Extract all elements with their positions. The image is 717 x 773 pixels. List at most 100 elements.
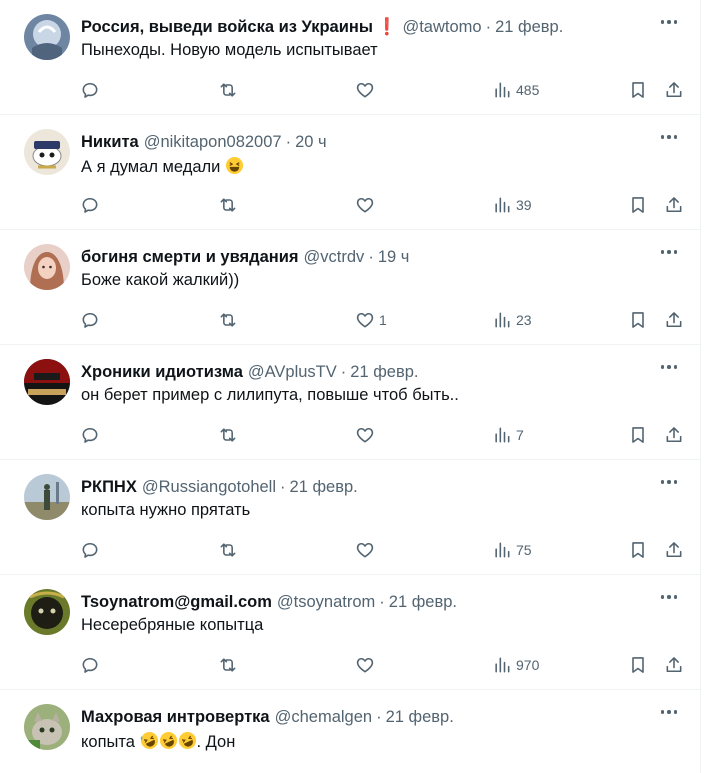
replies-feed: Россия, выведи войска из Украины ❗ @tawt… [0,0,701,773]
avatar[interactable] [24,244,70,290]
tweet-time[interactable]: 21 февр. [350,363,418,382]
avatar[interactable] [24,129,70,175]
tweet-text: А я думал медали [81,158,225,176]
avatar[interactable] [24,704,70,750]
retweet-button[interactable] [218,308,238,332]
tweet-6[interactable]: Махровая интровертка @chemalgen · 21 фев… [0,690,700,773]
rofl-face-emoji [140,731,158,750]
share-button[interactable] [664,308,684,332]
share-icon [666,657,682,673]
separator-dot: · [340,362,347,381]
retweet-button[interactable] [218,78,238,102]
bookmark-button[interactable] [628,653,648,677]
avatar[interactable] [24,14,70,60]
share-button[interactable] [664,653,684,677]
views-button[interactable]: 7 [492,423,524,447]
share-icon [666,427,682,443]
share-button[interactable] [664,193,684,217]
retweet-button[interactable] [218,423,238,447]
bookmark-button[interactable] [628,423,648,447]
views-button[interactable]: 23 [492,308,532,332]
tweet-time[interactable]: 19 ч [378,248,410,267]
reply-button[interactable] [80,193,100,217]
author-name[interactable]: Tsoynatrom@gmail.com [81,593,272,612]
reply-button[interactable] [80,308,100,332]
tweet-time[interactable]: 21 февр. [495,18,563,37]
retweet-icon [220,313,236,327]
tweet-3[interactable]: Хроники идиотизма @AVplusTV · 21 февр. о… [0,345,700,460]
author-handle[interactable]: @chemalgen [275,708,372,727]
reply-button[interactable] [80,78,100,102]
tweet-0[interactable]: Россия, выведи войска из Украины ❗ @tawt… [0,0,700,115]
views-button[interactable]: 485 [492,78,539,102]
reply-button[interactable] [80,538,100,562]
bookmark-button[interactable] [628,78,648,102]
views-button[interactable]: 39 [492,193,532,217]
like-button[interactable] [355,193,379,217]
tweet-2[interactable]: богиня смерти и увядания @vctrdv · 19 ч … [0,230,700,345]
more-icon[interactable] [656,127,682,147]
separator-dot: · [280,477,286,496]
tweet-text-tail: . Дон [196,733,236,751]
like-button[interactable]: 1 [355,308,387,332]
separator-dot: · [379,592,385,611]
reply-button[interactable] [80,653,100,677]
author-handle[interactable]: @tawtomo [402,18,481,37]
tweet-time[interactable]: 21 февр. [290,478,358,497]
heart-icon [356,82,374,98]
share-button[interactable] [664,423,684,447]
more-icon[interactable] [656,357,682,377]
like-button[interactable] [355,653,379,677]
separator-dot: · [485,17,492,36]
author-name[interactable]: богиня смерти и увядания [81,248,299,267]
reply-button[interactable] [80,423,100,447]
share-button[interactable] [664,538,684,562]
retweet-button[interactable] [218,538,238,562]
more-icon[interactable] [656,12,682,32]
reply-icon [82,657,98,673]
more-icon[interactable] [656,472,682,492]
author-handle[interactable]: @tsoynatrom [277,593,375,612]
share-button[interactable] [664,78,684,102]
tweet-text: копыта [81,733,140,751]
retweet-button[interactable] [218,653,238,677]
author-name[interactable]: Махровая интровертка [81,708,270,727]
views-button[interactable]: 75 [492,538,532,562]
tweet-text: он берет пример с лилипута, повыше чтоб … [81,386,459,404]
tweet-time[interactable]: 21 февр. [386,708,454,727]
avatar[interactable] [24,359,70,405]
author-name[interactable]: Хроники идиотизма [81,363,243,382]
like-button[interactable] [355,78,379,102]
tweet-1[interactable]: Никита @nikitapon082007 · 20 ч А я думал… [0,115,700,230]
avatar[interactable] [24,474,70,520]
more-icon[interactable] [656,242,682,262]
like-button[interactable] [355,538,379,562]
bookmark-button[interactable] [628,193,648,217]
author-handle[interactable]: @Russiangotohell [142,478,276,497]
rofl-face-emoji [178,731,196,750]
author-name[interactable]: РКПНХ [81,478,137,497]
tweet-4[interactable]: РКПНХ @Russiangotohell · 21 февр. копыта… [0,460,700,575]
bookmark-icon [632,657,644,673]
author-handle[interactable]: @nikitapon082007 [144,133,282,152]
avatar[interactable] [24,589,70,635]
like-button[interactable] [355,423,379,447]
reply-icon [82,542,98,558]
retweet-button[interactable] [218,193,238,217]
tweet-5[interactable]: Tsoynatrom@gmail.com @tsoynatrom · 21 фе… [0,575,700,690]
tweet-text-wrap: А я думал медали [81,156,244,177]
bookmark-button[interactable] [628,308,648,332]
author-handle[interactable]: @AVplusTV [248,363,337,382]
views-count: 23 [516,312,532,328]
more-icon[interactable] [656,702,682,722]
bookmark-button[interactable] [628,538,648,562]
tweet-time[interactable]: 21 февр. [389,593,457,612]
author-handle[interactable]: @vctrdv [304,248,365,267]
more-icon[interactable] [656,587,682,607]
author-name[interactable]: Никита [81,133,139,152]
author-name[interactable]: Россия, выведи войска из Украины [81,18,373,37]
reply-icon [82,312,98,328]
tweet-actions: 7 [0,423,700,447]
views-button[interactable]: 970 [492,653,539,677]
tweet-time[interactable]: 20 ч [295,133,327,152]
